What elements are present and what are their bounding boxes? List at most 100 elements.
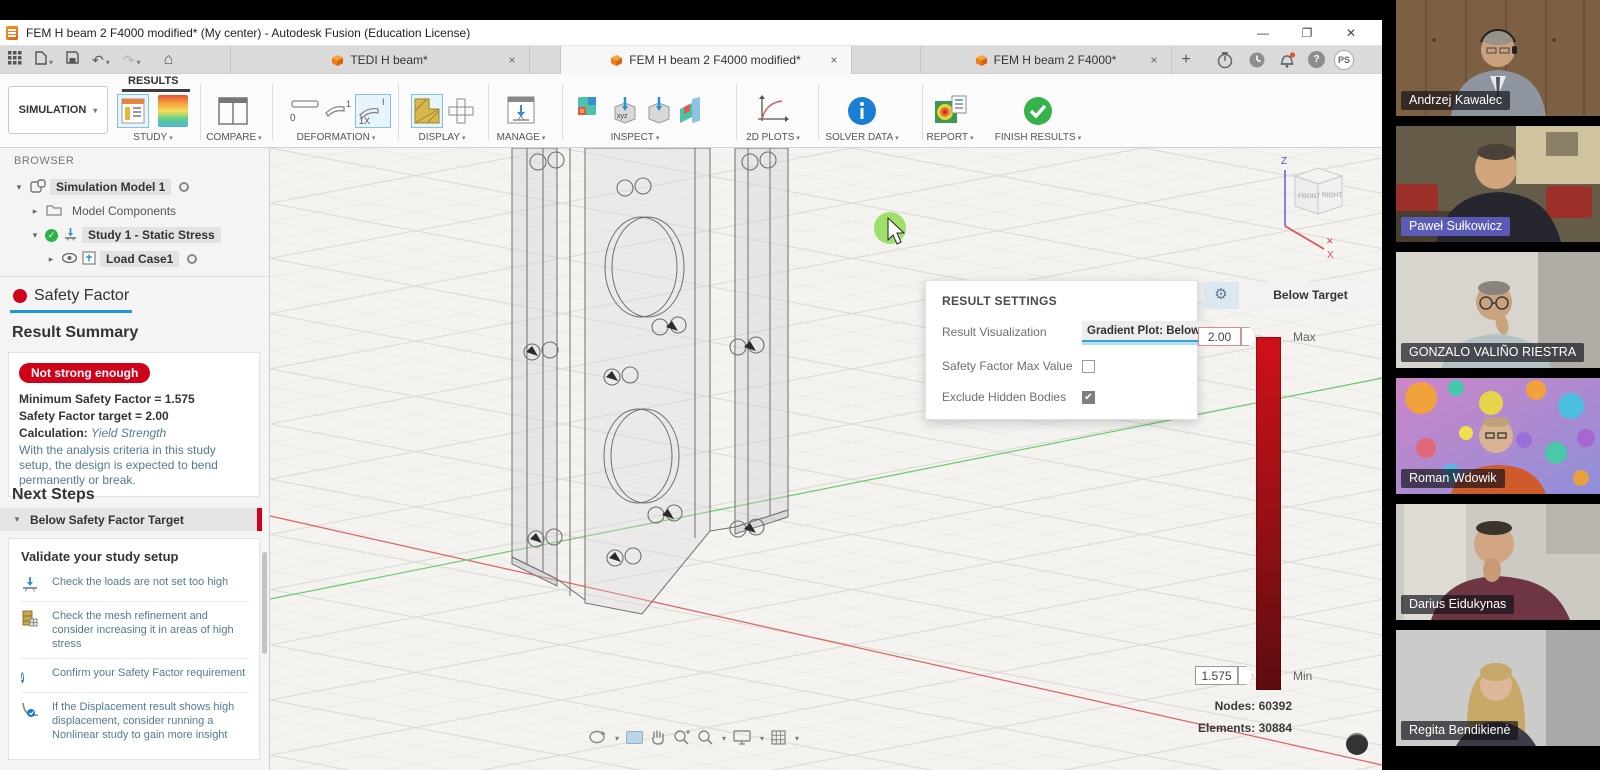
tree-item-simulation-model[interactable]: Simulation Model 1 (0, 176, 270, 198)
zoom-window-icon[interactable] (697, 729, 713, 745)
inspect-slice-icon[interactable] (678, 95, 708, 127)
tree-item-load-case[interactable]: Load Case1 (0, 248, 270, 270)
manage-icon[interactable] (506, 95, 536, 127)
tree-item-study[interactable]: ✓ Study 1 - Static Stress (0, 224, 270, 246)
group-solver-data[interactable]: SOLVER DATA (818, 132, 906, 143)
inspect-point-xyz-icon[interactable]: xyz (610, 95, 640, 127)
finish-results-icon[interactable] (1022, 95, 1052, 127)
look-at-icon[interactable] (626, 731, 643, 744)
chevron-down-icon[interactable] (12, 514, 22, 525)
user-avatar[interactable]: PS (1334, 50, 1354, 70)
chevron-down-icon[interactable] (613, 728, 619, 746)
display-bodies-icon[interactable] (446, 95, 476, 127)
chevron-right-icon[interactable] (46, 254, 56, 265)
deformation-none-icon[interactable]: 0 (288, 95, 318, 127)
legend-max-input[interactable]: 2.00 (1198, 327, 1241, 346)
visualization-dropdown[interactable]: Gradient Plot: Below (1082, 321, 1211, 342)
legend-gradient-bar[interactable] (1256, 337, 1281, 690)
inspect-probe-icon[interactable] (644, 95, 674, 127)
notifications-bell-icon[interactable] (1278, 51, 1296, 69)
2d-plots-icon[interactable] (756, 95, 786, 127)
undo-icon[interactable]: ↶ (92, 52, 110, 69)
participant-tile[interactable]: GONZALO VALIÑO RIESTRA (1396, 252, 1600, 368)
group-2d-plots[interactable]: 2D PLOTS (740, 132, 806, 143)
config-circle-icon[interactable] (187, 254, 197, 264)
display-mesh-icon[interactable] (412, 95, 442, 127)
viewport-3d[interactable]: FRONT RIGHT Z X ✕ (270, 148, 1382, 770)
chevron-right-icon[interactable] (30, 206, 40, 217)
group-display[interactable]: DISPLAY (408, 132, 476, 143)
study-legend-icon[interactable] (158, 95, 188, 127)
chevron-down-icon[interactable] (793, 728, 799, 746)
participant-name: GONZALO VALIÑO RIESTRA (1401, 343, 1584, 362)
chevron-down-icon[interactable] (720, 728, 726, 746)
report-icon[interactable] (934, 95, 964, 127)
inspect-results-icon[interactable] (576, 95, 606, 127)
tab-fem-h-beam[interactable]: FEM H beam 2 F4000* (920, 46, 1172, 74)
zoom-icon[interactable] (673, 729, 690, 745)
study-details-icon[interactable] (118, 95, 148, 127)
extensions-icon[interactable] (1216, 51, 1234, 69)
participant-tile[interactable]: Paweł Sułkowicz (1396, 126, 1600, 242)
titlebar: FEM H beam 2 F4000 modified* (My center)… (0, 20, 1382, 46)
file-menu-icon[interactable] (35, 51, 53, 70)
ribbon-section-underline (122, 89, 190, 92)
fusion-file-icon (976, 55, 987, 66)
deformation-actual-icon[interactable]: 1 (322, 95, 352, 127)
chevron-down-icon[interactable] (14, 182, 24, 193)
exclude-hidden-checkbox[interactable] (1082, 391, 1095, 404)
legend-min-input[interactable]: 1.575 (1195, 666, 1238, 685)
minimize-button[interactable]: — (1248, 23, 1278, 43)
tab-close-icon[interactable] (827, 53, 841, 67)
data-panel-icon[interactable] (8, 51, 22, 70)
step-check-loads[interactable]: Check the loads are not set too high (21, 568, 249, 602)
step-nonlinear-study[interactable]: If the Displacement result shows high di… (21, 693, 249, 749)
home-icon[interactable]: ⌂ (164, 51, 174, 69)
group-study[interactable]: STUDY (118, 132, 188, 143)
solver-data-icon[interactable] (846, 95, 876, 127)
step-check-mesh[interactable]: Check the mesh refinement and consider i… (21, 602, 249, 659)
panel-scrollbar-thumb[interactable] (262, 552, 267, 654)
group-compare[interactable]: COMPARE (200, 132, 268, 143)
group-manage[interactable]: MANAGE (490, 132, 552, 143)
config-circle-icon[interactable] (179, 182, 189, 192)
close-button[interactable]: ✕ (1336, 23, 1366, 43)
legend-settings-gear-icon[interactable] (1203, 282, 1239, 309)
redo-icon[interactable]: ↷ (123, 52, 141, 69)
orbit-icon[interactable] (588, 729, 606, 745)
deformation-scaled-icon[interactable]: 1XI (356, 95, 390, 127)
compare-icon[interactable] (218, 95, 248, 127)
job-status-icon[interactable] (1248, 51, 1266, 69)
save-icon[interactable] (66, 51, 79, 69)
restore-button[interactable]: ❐ (1292, 23, 1322, 43)
workspace-switcher[interactable]: SIMULATION (8, 86, 108, 134)
pan-icon[interactable] (650, 729, 666, 745)
tab-tedi-h-beam[interactable]: TEDI H beam* (230, 46, 530, 74)
below-target-row[interactable]: Below Safety Factor Target (0, 508, 262, 531)
max-value-checkbox[interactable] (1082, 360, 1095, 373)
eye-icon[interactable] (62, 252, 77, 266)
group-inspect[interactable]: INSPECT (600, 132, 670, 143)
display-settings-icon[interactable] (733, 730, 751, 745)
group-report[interactable]: REPORT (916, 132, 984, 143)
browser-header: BROWSER (14, 155, 74, 167)
participant-name: Darius Eidukynas (1401, 595, 1514, 614)
status-circle-icon[interactable] (1346, 733, 1368, 755)
chevron-down-icon[interactable] (758, 728, 764, 746)
group-finish-results[interactable]: FINISH RESULTS (988, 132, 1088, 143)
tree-item-model-components[interactable]: Model Components (0, 200, 270, 222)
new-tab-icon[interactable] (1176, 50, 1196, 70)
chevron-down-icon[interactable] (30, 230, 40, 241)
help-icon[interactable] (1308, 51, 1325, 68)
tab-close-icon[interactable] (1147, 53, 1161, 67)
tab-close-icon[interactable] (505, 53, 519, 67)
participant-tile[interactable]: Regita Bendikienė (1396, 630, 1600, 746)
tab-fem-h-beam-modified[interactable]: FEM H beam 2 F4000 modified* (560, 46, 852, 74)
participant-tile[interactable]: Roman Wdowik (1396, 378, 1600, 494)
close-cube-icon[interactable]: ✕ (1326, 236, 1334, 246)
participant-tile[interactable]: Darius Eidukynas (1396, 504, 1600, 620)
participant-tile[interactable]: Andrzej Kawalec (1396, 0, 1600, 116)
grid-settings-icon[interactable] (771, 730, 786, 745)
step-confirm-requirement[interactable]: Confirm your Safety Factor requirement (21, 659, 249, 693)
group-deformation[interactable]: DEFORMATION (280, 132, 392, 143)
